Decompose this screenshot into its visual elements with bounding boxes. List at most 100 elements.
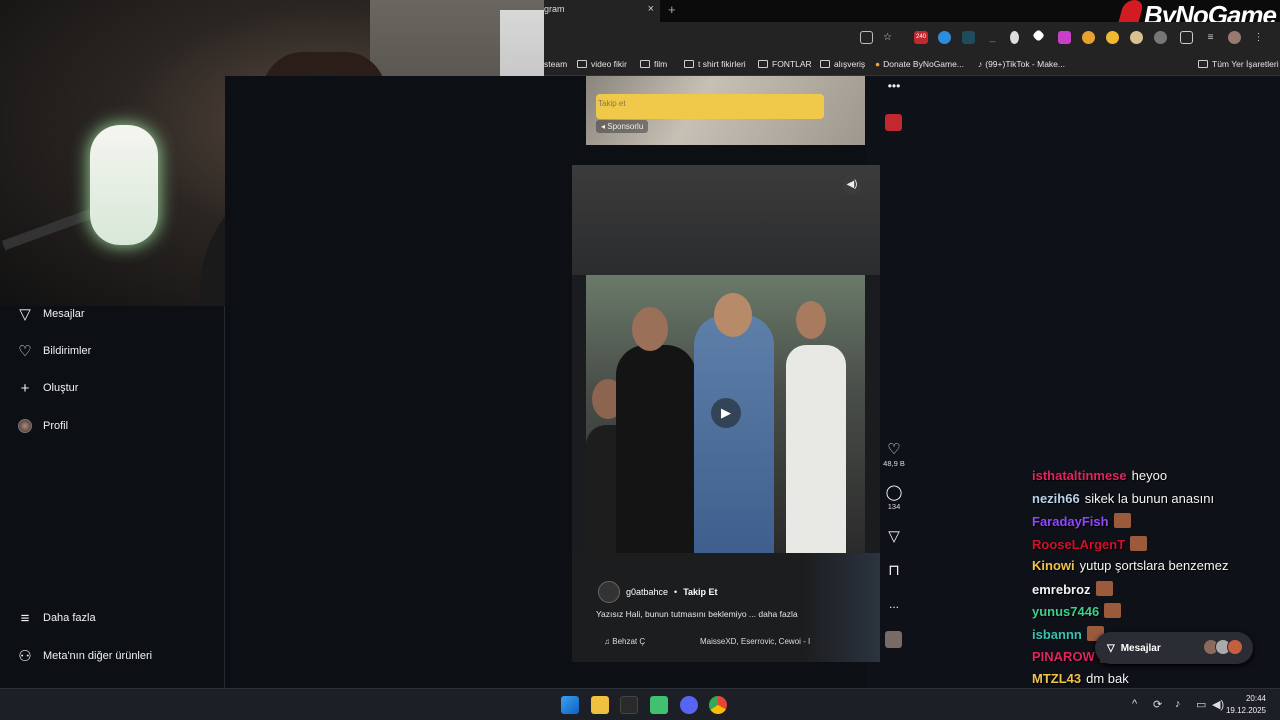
bookmark-label: steam (544, 59, 568, 69)
extension-icon-small[interactable]: _ (986, 31, 999, 44)
author-avatar[interactable] (598, 581, 620, 603)
network-icon[interactable]: ▭ (1196, 698, 1206, 711)
follow-button[interactable]: Takip Et (683, 587, 717, 597)
like-button[interactable]: ♡ 48,9 B (882, 440, 906, 468)
reel-caption[interactable]: Yazısız Hali, bunun tutmasını beklemiyo … (596, 609, 798, 619)
extension-icon-yellow[interactable] (1106, 31, 1119, 44)
audio-thumbnail[interactable] (885, 631, 902, 648)
chat-message: emrebroz (1032, 580, 1280, 604)
extension-icon-tan[interactable] (1130, 31, 1143, 44)
bookmark-donate[interactable]: ● Donate ByNoGame... (875, 59, 964, 69)
sidebar-item-profile[interactable]: Profil (16, 416, 68, 436)
chat-username[interactable]: FaradayFish (1032, 514, 1109, 529)
chat-username[interactable]: isthataltinmese (1032, 468, 1127, 483)
chat-username[interactable]: MTZL43 (1032, 671, 1081, 686)
bookmark-folder-tshirt[interactable]: t shirt fikirleri (684, 59, 746, 69)
bookmark-folder-film[interactable]: film (640, 59, 667, 69)
discord-icon[interactable] (680, 696, 698, 714)
menu-icon: ≡ (20, 609, 30, 627)
new-tab-icon[interactable]: + (668, 2, 676, 17)
chevron-up-icon[interactable]: ^ (1132, 698, 1137, 710)
system-clock[interactable]: 20:44 19.12.2025 (1226, 693, 1266, 717)
clock-time: 20:44 (1245, 694, 1266, 703)
sidebar-item-notifications[interactable]: ♡ Bildirimler (16, 341, 91, 361)
extension-icon-orange[interactable] (1082, 31, 1095, 44)
bookmark-steam[interactable]: steam (544, 59, 567, 69)
bookmark-folder-video-fikir[interactable]: video fikir (577, 59, 627, 69)
bookmark-folder-alisveris[interactable]: alışveriş (820, 59, 865, 69)
file-explorer-icon[interactable] (591, 696, 609, 714)
sidebar-item-messages[interactable]: ▽ Mesajlar (16, 304, 84, 324)
ad-highlight-bar (596, 94, 824, 119)
folder-icon (1198, 60, 1208, 68)
sponsored-post-image[interactable]: Takip et ◂ Sponsorlu (586, 76, 865, 145)
install-app-icon[interactable] (860, 31, 873, 44)
profile-avatar-icon[interactable] (1228, 31, 1241, 44)
media-control-icon[interactable]: ≡ (1204, 31, 1217, 44)
mute-icon[interactable]: ◀) (842, 175, 862, 195)
extension-icon-diamond[interactable] (1032, 29, 1045, 42)
reel-collaborators[interactable]: MaisseXD, Eserrovic, Cewoi - I (700, 637, 810, 646)
terminal-icon[interactable] (620, 696, 638, 714)
reel-more-options-icon[interactable]: ... (882, 597, 906, 611)
mic-icon[interactable]: ♪ (1175, 698, 1181, 710)
comment-button[interactable]: ◯ 134 (882, 483, 906, 511)
instagram-sidebar: ▽ Mesajlar ♡ Bildirimler + Oluştur Profi… (0, 306, 225, 688)
chat-message: Kinowi yutup şortslara benzemez (1032, 558, 1280, 581)
volume-icon[interactable]: ◀) (1212, 698, 1224, 711)
bookmark-folder-fontlar[interactable]: FONTLAR (758, 59, 812, 69)
folder-icon (758, 60, 768, 68)
folder-icon (640, 60, 650, 68)
extension-icon-purple[interactable] (1058, 31, 1071, 44)
share-button[interactable]: ▽ (882, 527, 906, 545)
chat-emote-icon (1130, 535, 1148, 551)
bookmark-label: video fikir (591, 59, 627, 69)
extension-icon-teal[interactable] (962, 31, 975, 44)
play-icon[interactable]: ▶ (711, 398, 741, 428)
author-username[interactable]: g0atbahce (626, 587, 668, 597)
sync-icon[interactable]: ⟳ (1153, 698, 1162, 711)
app-icon-green[interactable] (650, 696, 668, 714)
video-figure (632, 307, 668, 351)
extension-icon-gray[interactable] (1154, 31, 1167, 44)
sidebar-item-more[interactable]: ≡ Daha fazla (16, 608, 96, 628)
chat-username[interactable]: Kinowi (1032, 558, 1075, 573)
messages-pill[interactable]: ▽ Mesajlar (1095, 632, 1253, 664)
ad-more-options-icon[interactable]: ••• (882, 79, 906, 93)
chat-message: RooseLArgenT (1032, 535, 1280, 559)
ad-faded-text: Takip et (598, 99, 626, 108)
music-note-icon: ♫ (604, 637, 613, 646)
extension-icon-blue[interactable] (938, 31, 951, 44)
bookmark-all-folder[interactable]: Tüm Yer İşaretleri (1198, 59, 1279, 69)
screen: gram × + ByNoGame ☆ 240 _ ≡ ⋮ steam vide… (0, 0, 1280, 720)
start-icon[interactable] (561, 696, 579, 714)
extensions-puzzle-icon[interactable] (1180, 31, 1193, 44)
ad-brand-thumbnail[interactable] (885, 114, 902, 131)
chat-username[interactable]: yunus7446 (1032, 604, 1099, 619)
sidebar-item-label: Bildirimler (43, 345, 92, 357)
chat-username[interactable]: isbannn (1032, 627, 1082, 642)
browser-tab[interactable]: gram × (544, 0, 660, 22)
donate-favicon-icon: ● (875, 59, 881, 69)
bookmark-label: FONTLAR (772, 59, 812, 69)
browser-menu-icon[interactable]: ⋮ (1252, 31, 1265, 44)
sidebar-item-meta-apps[interactable]: ⚇ Meta'nın diğer ürünleri (16, 646, 152, 666)
bookmark-label: Tüm Yer İşaretleri (1212, 59, 1279, 69)
chrome-icon[interactable] (709, 696, 727, 714)
bookmark-tiktok[interactable]: ♪ (99+)TikTok - Make... (978, 59, 1065, 69)
sidebar-item-create[interactable]: + Oluştur (16, 378, 79, 398)
like-count: 48,9 B (883, 459, 905, 468)
bookmark-star-icon[interactable]: ☆ (881, 31, 894, 44)
windows-taskbar: ^ ⟳ ♪ ▭ ◀) 20:44 19.12.2025 (0, 688, 1280, 720)
save-button[interactable]: ⊓ (882, 561, 906, 579)
tab-close-icon[interactable]: × (648, 3, 654, 15)
messages-avatars (1203, 639, 1243, 655)
extension-badge-icon[interactable]: 240 (914, 31, 928, 44)
chat-username[interactable]: nezih66 (1032, 491, 1080, 506)
reel-video[interactable]: ▶ (586, 275, 865, 553)
extension-icon-white[interactable] (1010, 31, 1019, 44)
reel-audio[interactable]: ♫ Behzat Ç (604, 637, 645, 646)
chat-username[interactable]: RooseLArgenT (1032, 537, 1125, 552)
chat-username[interactable]: emrebroz (1032, 582, 1091, 597)
chat-username[interactable]: PINAROW (1032, 649, 1095, 664)
